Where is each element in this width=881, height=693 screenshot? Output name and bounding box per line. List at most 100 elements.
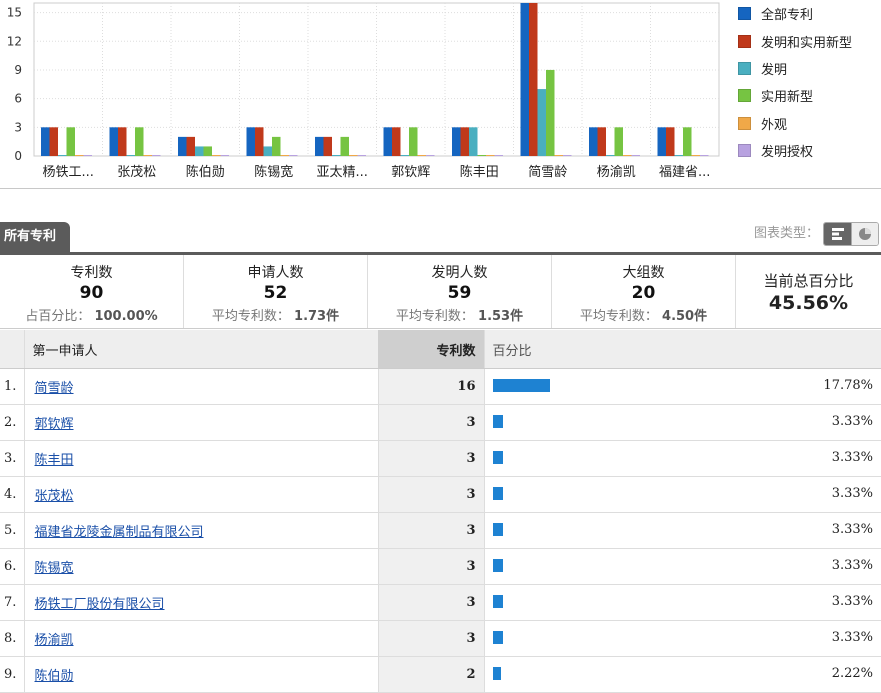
bar-6-5[interactable] [494, 155, 504, 156]
bar-1-5[interactable] [152, 155, 161, 156]
bar-0-2[interactable] [58, 155, 67, 156]
bar-7-3[interactable] [546, 69, 555, 156]
bar-1-1[interactable] [118, 127, 127, 156]
bar-3-4[interactable] [280, 155, 290, 156]
bar-1-3[interactable] [135, 127, 144, 156]
bar-7-0[interactable] [520, 3, 530, 156]
applicant-link[interactable]: 陈丰田 [35, 453, 74, 468]
applicant-link[interactable]: 福建省龙陵金属制品有限公司 [35, 525, 204, 540]
row-applicant-cell: 郭钦辉 [23, 404, 378, 441]
header-percent[interactable]: 百分比 [483, 330, 881, 369]
bar-1-2[interactable] [126, 155, 136, 156]
legend-item[interactable]: 发明授权 [738, 137, 878, 164]
y-tick-label: 12 [7, 34, 22, 48]
table-row: 5. 福建省龙陵金属制品有限公司 3 3.33% [0, 512, 881, 549]
pie-chart-type-button[interactable] [851, 223, 878, 245]
bar-6-1[interactable] [460, 127, 470, 156]
bar-9-0[interactable] [657, 127, 667, 156]
percent-bar [492, 523, 504, 536]
bar-7-1[interactable] [529, 3, 538, 156]
bar-2-4[interactable] [212, 155, 221, 156]
bar-8-1[interactable] [597, 127, 607, 156]
bar-4-5[interactable] [357, 155, 367, 156]
bar-6-0[interactable] [452, 127, 461, 156]
bar-0-3[interactable] [66, 127, 76, 156]
bar-2-2[interactable] [195, 146, 204, 156]
bar-2-1[interactable] [186, 136, 196, 156]
legend-item[interactable]: 发明 [738, 55, 878, 82]
applicant-link[interactable]: 陈伯勋 [35, 669, 74, 684]
summary-stats: 专利数 90 占百分比： 100.00% 申请人数 52 平均专利数： 1.73… [0, 255, 881, 329]
bar-7-4[interactable] [554, 155, 564, 156]
bar-5-4[interactable] [417, 155, 427, 156]
applicant-link[interactable]: 杨铁工厂股份有限公司 [35, 597, 165, 612]
row-applicant-cell: 陈伯勋 [23, 656, 378, 693]
percent-bar [492, 595, 504, 608]
applicant-link[interactable]: 陈锡宽 [35, 561, 74, 576]
row-percent-cell: 3.33% [483, 584, 881, 621]
header-first-applicant[interactable]: 第一申请人 [23, 330, 378, 369]
bar-3-2[interactable] [263, 146, 273, 156]
stat-total-percent: 当前总百分比 45.56% [736, 255, 881, 328]
row-index: 2. [0, 404, 24, 441]
legend-swatch [738, 144, 751, 158]
legend-label: 全部专利 [761, 8, 814, 24]
header-patent-count[interactable]: 专利数 [378, 330, 484, 369]
bar-5-3[interactable] [409, 127, 418, 156]
bar-9-2[interactable] [674, 155, 684, 156]
bar-1-0[interactable] [109, 127, 119, 156]
bar-4-4[interactable] [349, 155, 358, 156]
bar-8-4[interactable] [623, 155, 632, 156]
legend-item[interactable]: 发明和实用新型 [738, 27, 878, 54]
bar-2-3[interactable] [203, 146, 213, 156]
tab-all-patents[interactable]: 所有专利 [0, 222, 70, 252]
bar-0-4[interactable] [75, 155, 84, 156]
legend-item[interactable]: 全部专利 [738, 0, 878, 27]
bar-0-0[interactable] [41, 127, 50, 156]
bar-3-0[interactable] [246, 127, 256, 156]
bar-2-0[interactable] [178, 136, 187, 156]
bar-7-5[interactable] [563, 155, 572, 156]
bar-4-3[interactable] [340, 136, 350, 156]
bar-0-5[interactable] [83, 155, 93, 156]
percent-bar [492, 559, 504, 572]
bar-8-3[interactable] [614, 127, 624, 156]
bar-9-5[interactable] [700, 155, 709, 156]
applicant-link[interactable]: 杨渝凯 [35, 633, 74, 648]
applicant-link[interactable]: 简雪龄 [35, 381, 74, 396]
bar-8-5[interactable] [631, 155, 641, 156]
bar-5-1[interactable] [392, 127, 401, 156]
y-tick-label: 0 [14, 149, 22, 163]
bar-4-0[interactable] [315, 136, 324, 156]
table-row: 1. 简雪龄 16 17.78% [0, 368, 881, 405]
applicant-link[interactable]: 张茂松 [35, 489, 74, 504]
applicant-table: 第一申请人 专利数 百分比 1. 简雪龄 16 17.78% 2. 郭钦辉 3 3.33% 3.… [0, 330, 881, 693]
bar-4-2[interactable] [332, 155, 341, 156]
bar-9-3[interactable] [683, 127, 692, 156]
bar-6-4[interactable] [486, 155, 495, 156]
percent-bar [492, 379, 551, 392]
bar-6-3[interactable] [477, 155, 487, 156]
bar-4-1[interactable] [323, 136, 333, 156]
bar-chart-type-button[interactable] [824, 223, 851, 245]
legend-swatch [738, 116, 751, 130]
bar-7-2[interactable] [537, 89, 547, 156]
bar-2-5[interactable] [220, 155, 230, 156]
bar-5-0[interactable] [383, 127, 393, 156]
bar-9-1[interactable] [666, 127, 675, 156]
bar-8-2[interactable] [606, 155, 615, 156]
bar-5-2[interactable] [400, 155, 410, 156]
legend-item[interactable]: 外观 [738, 110, 878, 137]
bar-3-5[interactable] [289, 155, 298, 156]
legend-label: 外观 [761, 117, 788, 133]
bar-1-4[interactable] [143, 155, 153, 156]
bar-6-2[interactable] [469, 127, 478, 156]
bar-3-3[interactable] [272, 136, 281, 156]
bar-9-4[interactable] [691, 155, 701, 156]
bar-5-5[interactable] [426, 155, 435, 156]
bar-0-1[interactable] [49, 127, 59, 156]
bar-8-0[interactable] [589, 127, 598, 156]
applicant-link[interactable]: 郭钦辉 [35, 417, 74, 432]
legend-item[interactable]: 实用新型 [738, 82, 878, 109]
bar-3-1[interactable] [255, 127, 264, 156]
